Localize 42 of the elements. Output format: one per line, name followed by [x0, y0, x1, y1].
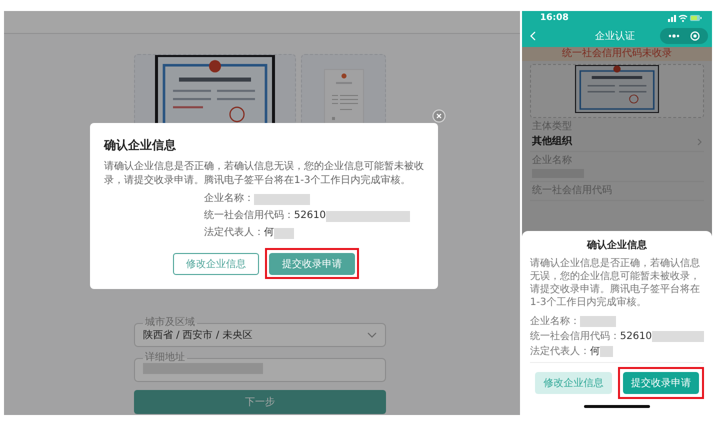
capsule-menu[interactable] [660, 28, 708, 44]
home-indicator [584, 405, 650, 408]
sheet-message: 请确认企业信息是否正确，若确认信息无误，您的企业信息可能暂未被收录，请提交收录申请。腾讯电子签平台将在1-3个工作日内完成审核。 [530, 257, 701, 309]
field-label: 企业名称： [530, 315, 580, 328]
target-icon[interactable] [690, 31, 700, 41]
sheet-title: 确认企业信息 [586, 239, 648, 252]
redacted-bar [254, 194, 310, 204]
back-icon[interactable] [530, 31, 536, 41]
status-icons [668, 14, 702, 22]
redacted-bar [274, 228, 294, 238]
field-label: 法定代表人： [530, 345, 590, 358]
warning-banner: 统一社会信用代码未收录 [522, 47, 712, 61]
redacted-bar [600, 346, 613, 357]
field-label: 统一社会信用代码： [530, 330, 620, 343]
chevron-right-icon [697, 138, 702, 146]
field-value: 何 [264, 226, 274, 240]
field-label: 统一社会信用代码： [204, 209, 294, 223]
address-field[interactable]: 详细地址 [134, 353, 386, 382]
page-title: 企业认证 [595, 30, 635, 43]
redacted-bar [580, 316, 616, 327]
close-icon[interactable] [432, 109, 446, 123]
field-label: 城市及区域 [144, 318, 196, 328]
field-value: 52610 [620, 330, 652, 343]
dialog-title: 确认企业信息 [104, 137, 177, 154]
field-label: 详细地址 [144, 353, 186, 363]
next-button[interactable]: 下一步 [134, 390, 386, 414]
dialog-message: 请确认企业信息是否正确，若确认信息无误，您的企业信息可能暂未被收录，请提交收录申请。腾讯电子签平台将在1-3个工作日内完成审核。 [104, 160, 424, 188]
status-time: 16:08 [540, 13, 569, 23]
field-value[interactable]: 其他组织 [532, 135, 572, 148]
field-value: 52610 [294, 209, 326, 223]
region-select[interactable]: 城市及区域 陕西省 / 西安市 / 未央区 [134, 318, 386, 347]
redacted-bar [652, 331, 704, 342]
chevron-down-icon [367, 332, 377, 338]
field-label: 企业名称： [204, 192, 254, 206]
more-icon[interactable] [668, 34, 680, 38]
submit-button[interactable]: 提交收录申请 [622, 372, 699, 394]
edit-button[interactable]: 修改企业信息 [535, 372, 612, 394]
field-value: 何 [590, 345, 600, 358]
field-label: 法定代表人： [204, 226, 264, 240]
edit-button[interactable]: 修改企业信息 [173, 253, 259, 275]
field-value: 陕西省 / 西安市 / 未央区 [143, 328, 252, 342]
submit-button[interactable]: 提交收录申请 [269, 253, 355, 275]
